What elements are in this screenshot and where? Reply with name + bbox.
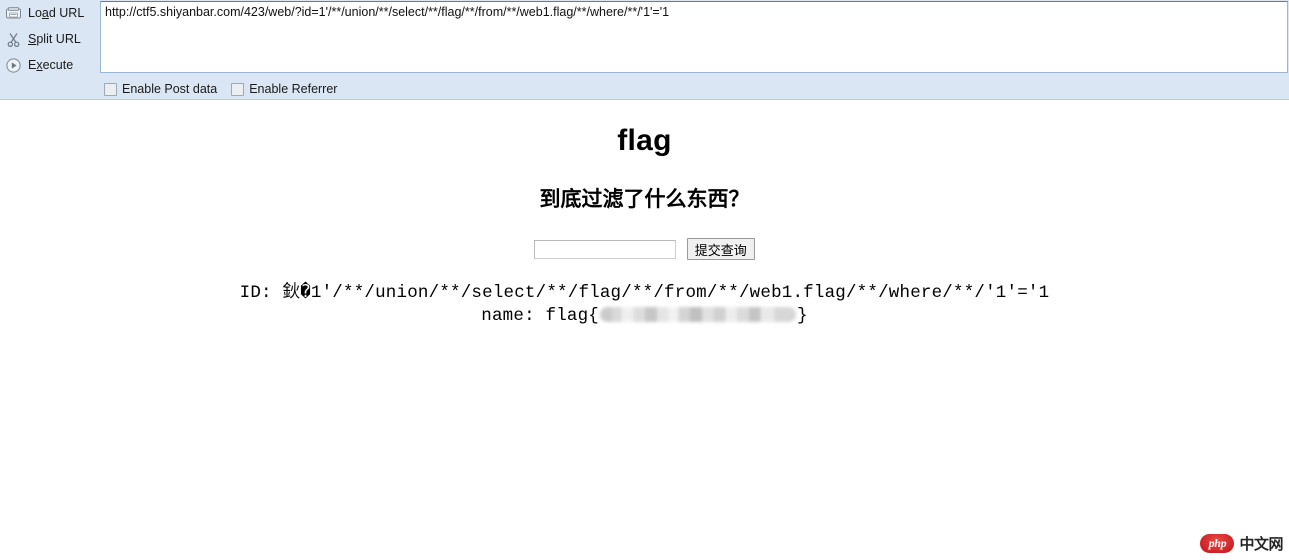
enable-post-data-checkbox[interactable]: Enable Post data xyxy=(104,82,217,96)
result-name-line: name: flag{} xyxy=(0,305,1289,328)
watermark-text: 中文网 xyxy=(1239,536,1283,553)
submit-query-button[interactable]: 提交查询 xyxy=(686,238,755,260)
result-name-prefix: name: flag{ xyxy=(481,306,600,326)
toolbar-button-column: Load URL Split URL Execute xyxy=(0,0,100,78)
load-url-button[interactable]: Load URL xyxy=(0,0,100,26)
play-icon xyxy=(2,54,24,76)
split-url-button[interactable]: Split URL xyxy=(0,26,100,52)
url-input[interactable] xyxy=(100,1,1288,73)
enable-referrer-label: Enable Referrer xyxy=(249,82,338,96)
page-title: flag xyxy=(617,124,672,157)
execute-button[interactable]: Execute xyxy=(0,52,100,78)
enable-post-data-label: Enable Post data xyxy=(122,82,218,96)
split-url-label: Split URL xyxy=(28,32,81,46)
scissors-icon xyxy=(2,28,24,50)
result-name-suffix: } xyxy=(797,306,808,326)
result-id-line: ID: 鈥�1'/**/union/**/select/**/flag/**/f… xyxy=(239,283,1050,303)
hackbar-toolbar: Load URL Split URL Execute http://ctf5.s… xyxy=(0,0,1289,100)
result-output: ID: 鈥�1'/**/union/**/select/**/flag/**/f… xyxy=(0,260,1289,328)
checkbox-box[interactable] xyxy=(104,82,117,96)
query-input[interactable] xyxy=(534,239,677,259)
checkbox-box[interactable] xyxy=(231,82,245,96)
load-url-icon xyxy=(2,2,24,24)
load-url-label: Load URL xyxy=(28,6,85,20)
site-watermark: php 中文网 xyxy=(1200,533,1283,554)
enable-referrer-checkbox[interactable]: Enable Referrer xyxy=(231,82,337,96)
redacted-flag-value xyxy=(600,307,797,322)
php-logo-icon: php xyxy=(1200,534,1235,553)
page-content: flag 到底过滤了什么东西？ 提交查询 ID: 鈥�1'/**/union/*… xyxy=(0,100,1289,560)
toolbar-options-row: Enable Post data Enable Referrer xyxy=(104,79,337,99)
execute-label: Execute xyxy=(28,58,74,72)
query-form: 提交查询 xyxy=(0,213,1289,260)
page-subtitle: 到底过滤了什么东西？ xyxy=(539,188,750,211)
